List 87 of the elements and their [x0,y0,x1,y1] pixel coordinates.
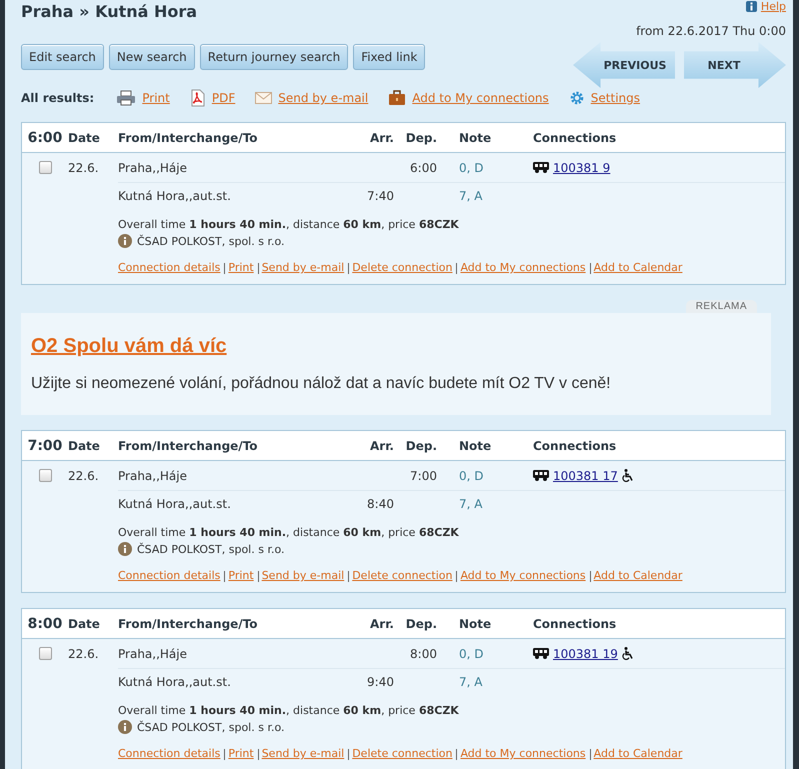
bus-icon [533,162,549,173]
operator-name: ČSAD POLKOST, spol. s r.o. [137,542,285,556]
date-range: from 22.6.2017 Thu 0:00 [635,23,786,39]
results-action-link[interactable]: Print [142,91,170,105]
connection-action-link[interactable]: Connection details [118,261,220,274]
arrival-time: 8:40 [366,497,395,511]
results-action-link[interactable]: Add to My connections [412,91,549,105]
column-header: Connections [533,438,618,452]
column-header: Arr. [369,616,395,630]
ad-label: REKLAMA [686,300,757,313]
platform-note: 7, A [458,675,484,689]
departure-time: 6:00 [409,160,438,174]
all-results-label: All results: [21,91,94,105]
operator-name: ČSAD POLKOST, spol. s r.o. [137,720,285,734]
date-cell-text: 22.6. [68,468,100,482]
bus-icon [533,470,549,481]
route-title: Praha » Kutná Hora [21,2,198,22]
column-header: Note [458,616,492,630]
platform-note: 0, D [458,646,485,660]
checkbox[interactable] [38,161,52,174]
connection-action-link[interactable]: Connection details [118,747,220,760]
gear-icon [568,90,585,106]
line-number-link[interactable]: 100381 19 [553,646,618,660]
column-header: Dep. [404,616,438,630]
platform-note: 7, A [458,189,484,203]
column-header: From/Interchange/To [118,130,259,144]
station-name: Kutná Hora,,aut.st. [118,675,232,689]
operator-name: ČSAD POLKOST, spol. s r.o. [137,234,285,248]
briefcase-icon [388,90,406,106]
pdf-icon [190,89,206,107]
departure-time: 7:00 [26,438,64,454]
platform-note: 0, D [458,468,485,482]
bus-icon [533,648,549,659]
column-header: Note [458,438,492,452]
column-header: Dep. [404,130,438,144]
results-action-link[interactable]: Settings [590,91,640,105]
info-icon [118,720,132,734]
column-header: From/Interchange/To [118,616,259,630]
action-button[interactable]: Return journey search [200,44,348,70]
column-header: Arr. [369,130,395,144]
column-header: Date [68,438,101,452]
help-icon [746,1,757,12]
departure-time: 6:00 [26,130,64,146]
results-action-link[interactable]: Send by e-mail [278,91,368,105]
trip-summary: Overall time 1 hours 40 min., distance 60 km, price 68CZK [118,526,460,539]
connection-action-link[interactable]: Connection details [118,569,220,582]
previous-button[interactable]: PREVIOUS [573,42,675,88]
line-number-link[interactable]: 100381 9 [553,160,610,174]
column-header: Connections [533,616,618,630]
station-name: Praha,,Háje [118,468,188,482]
ad-headline-link[interactable]: O2 Spolu vám dá víc [31,335,227,358]
action-button[interactable]: Fixed link [353,44,426,70]
arrival-time: 7:40 [366,189,395,203]
date-cell-text: 22.6. [68,646,100,660]
line-number-link[interactable]: 100381 17 [553,468,618,482]
departure-time: 7:00 [409,468,438,482]
station-name: Praha,,Háje [118,160,188,174]
column-header: Connections [533,130,618,144]
arrival-time: 9:40 [366,675,395,689]
column-header: Arr. [369,438,395,452]
column-header: Note [458,130,492,144]
trip-summary: Overall time 1 hours 40 min., distance 60 km, price 68CZK [118,218,460,231]
checkbox[interactable] [38,647,52,660]
envelope-icon [255,92,272,104]
station-name: Kutná Hora,,aut.st. [118,497,232,511]
help-link[interactable]: Help [760,0,786,13]
column-header: Date [68,616,101,630]
results-action-link[interactable]: PDF [212,91,236,105]
platform-note: 7, A [458,497,484,511]
column-header: Dep. [404,438,438,452]
printer-icon [116,90,136,106]
column-header: Date [68,130,101,144]
departure-time: 8:00 [26,616,64,632]
info-icon [118,542,132,556]
station-name: Praha,,Háje [118,646,188,660]
date-cell-text: 22.6. [68,160,100,174]
info-icon [118,234,132,248]
trip-summary: Overall time 1 hours 40 min., distance 60 km, price 68CZK [118,704,460,717]
next-button[interactable]: NEXT [684,42,786,88]
checkbox[interactable] [38,469,52,482]
column-header: From/Interchange/To [118,438,259,452]
station-name: Kutná Hora,,aut.st. [118,189,232,203]
departure-time: 8:00 [409,646,438,660]
platform-note: 0, D [458,160,485,174]
action-button[interactable]: Edit search [21,44,104,70]
ad-text: Užijte si neomezené volání, pořádnou nálož dat a navíc budete mít O2 TV v ceně! [31,375,612,393]
action-button[interactable]: New search [108,44,195,70]
